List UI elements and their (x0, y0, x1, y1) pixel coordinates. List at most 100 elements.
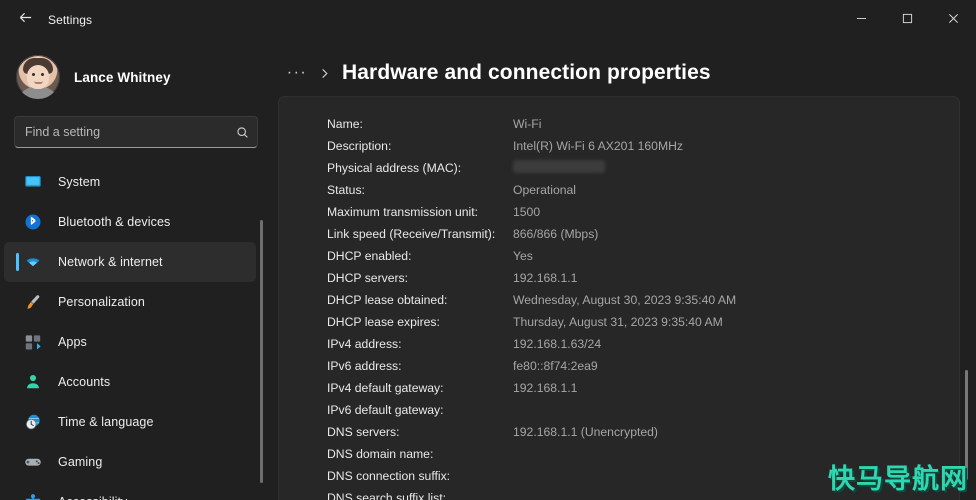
property-value: fe80::8f74:2ea9 (513, 359, 598, 373)
sidebar-item-personalization[interactable]: Personalization (4, 282, 256, 322)
property-value-redacted (513, 160, 605, 176)
sidebar-item-time-language[interactable]: Time & language (4, 402, 256, 442)
sidebar-item-label: Time & language (58, 415, 154, 429)
property-row: Name: Wi-Fi (279, 113, 959, 135)
property-row: DHCP servers: 192.168.1.1 (279, 267, 959, 289)
property-value: Operational (513, 183, 577, 197)
search-container (0, 102, 272, 148)
sidebar-item-label: Network & internet (58, 255, 163, 269)
property-label: Description: (327, 139, 392, 153)
property-label: DNS search suffix list: (327, 491, 446, 500)
property-label: DNS connection suffix: (327, 469, 451, 483)
back-button[interactable] (8, 6, 42, 34)
person-icon (22, 371, 44, 393)
search-input[interactable] (15, 125, 227, 139)
monitor-icon (22, 171, 44, 193)
settings-window: Settings Lance Whitney Find a setting Sy… (0, 0, 976, 500)
sidebar-item-system[interactable]: System (4, 162, 256, 202)
back-arrow-icon (18, 10, 33, 30)
sidebar-item-accounts[interactable]: Accounts (4, 362, 256, 402)
avatar (16, 55, 60, 99)
sidebar-item-bluetooth-devices[interactable]: Bluetooth & devices (4, 202, 256, 242)
clock-globe-icon (22, 411, 44, 433)
page-title: Hardware and connection properties (342, 61, 711, 84)
property-label: DNS servers: (327, 425, 400, 439)
sidebar-nav: System Bluetooth & devices Network & inter… (0, 162, 272, 500)
bluetooth-icon (22, 211, 44, 233)
chevron-right-icon (312, 68, 336, 79)
property-row: IPv4 address: 192.168.1.63/24 (279, 333, 959, 355)
property-label: IPv4 address: (327, 337, 402, 351)
minimize-button[interactable] (838, 0, 884, 40)
content-area: ··· Hardware and connection properties N… (272, 40, 976, 500)
minimize-icon (856, 11, 867, 29)
property-label: DHCP lease obtained: (327, 293, 448, 307)
sidebar-item-gaming[interactable]: Gaming (4, 442, 256, 482)
property-value: Intel(R) Wi-Fi 6 AX201 160MHz (513, 139, 683, 153)
property-row: Link speed (Receive/Transmit): 866/866 (M… (279, 223, 959, 245)
property-value: 192.168.1.1 (513, 271, 578, 285)
property-value: 866/866 (Mbps) (513, 227, 599, 241)
sidebar-item-accessibility[interactable]: Accessibility (4, 482, 256, 500)
property-value: 1500 (513, 205, 541, 219)
property-label: Status: (327, 183, 365, 197)
close-button[interactable] (930, 0, 976, 40)
property-row: IPv6 address: fe80::8f74:2ea9 (279, 355, 959, 377)
sidebar-item-apps[interactable]: Apps (4, 322, 256, 362)
wifi-icon (22, 251, 44, 273)
breadcrumb: ··· Hardware and connection properties (272, 40, 976, 92)
property-label: Maximum transmission unit: (327, 205, 479, 219)
sidebar: Lance Whitney System Bluetooth & devices N… (0, 40, 272, 500)
property-value: Thursday, August 31, 2023 9:35:40 AM (513, 315, 723, 329)
property-value: Wi-Fi (513, 117, 542, 131)
property-row: DHCP lease expires: Thursday, August 31, … (279, 311, 959, 333)
user-profile[interactable]: Lance Whitney (0, 40, 272, 102)
sidebar-item-label: Gaming (58, 455, 103, 469)
property-row: DHCP lease obtained: Wednesday, August 30… (279, 289, 959, 311)
sidebar-item-label: Bluetooth & devices (58, 215, 171, 229)
property-value: 192.168.1.63/24 (513, 337, 602, 351)
sidebar-item-label: Apps (58, 335, 87, 349)
property-label: DHCP lease expires: (327, 315, 440, 329)
breadcrumb-overflow-button[interactable]: ··· (282, 60, 312, 86)
property-value: Yes (513, 249, 533, 263)
property-label: DHCP servers: (327, 271, 409, 285)
property-value: Wednesday, August 30, 2023 9:35:40 AM (513, 293, 737, 307)
sidebar-item-label: System (58, 175, 101, 189)
search-box[interactable] (14, 116, 258, 148)
sidebar-scrollbar[interactable] (260, 220, 263, 483)
property-row: DNS servers: 192.168.1.1 (Unencrypted) (279, 421, 959, 443)
property-row: Status: Operational (279, 179, 959, 201)
property-row: Description: Intel(R) Wi-Fi 6 AX201 160MH… (279, 135, 959, 157)
sidebar-item-network-internet[interactable]: Network & internet (4, 242, 256, 282)
sidebar-item-label: Accounts (58, 375, 111, 389)
property-label: IPv6 default gateway: (327, 403, 444, 417)
property-label: IPv4 default gateway: (327, 381, 444, 395)
maximize-icon (902, 11, 913, 29)
property-label: Name: (327, 117, 363, 131)
properties-card: Name: Wi-Fi Description: Intel(R) Wi-Fi 6 A… (278, 96, 960, 500)
paintbrush-icon (22, 291, 44, 313)
property-label: DNS domain name: (327, 447, 434, 461)
property-label: DHCP enabled: (327, 249, 412, 263)
accessibility-icon (22, 491, 44, 500)
window-controls (838, 0, 976, 40)
close-icon (948, 11, 959, 29)
property-label: IPv6 address: (327, 359, 402, 373)
search-icon[interactable] (227, 126, 257, 139)
property-row: IPv4 default gateway: 192.168.1.1 (279, 377, 959, 399)
sidebar-item-label: Accessibility (58, 495, 127, 500)
user-name: Lance Whitney (74, 69, 171, 85)
watermark: 快马导航网 (828, 464, 968, 495)
property-row: DHCP enabled: Yes (279, 245, 959, 267)
property-value: 192.168.1.1 (Unencrypted) (513, 425, 658, 439)
game-controller-icon (22, 451, 44, 473)
apps-grid-icon (22, 331, 44, 353)
property-label: Physical address (MAC): (327, 161, 462, 175)
property-label: Link speed (Receive/Transmit): (327, 227, 496, 241)
property-row: Physical address (MAC): (279, 157, 959, 179)
property-row: Maximum transmission unit: 1500 (279, 201, 959, 223)
maximize-button[interactable] (884, 0, 930, 40)
title-bar: Settings (0, 0, 976, 40)
property-value: 192.168.1.1 (513, 381, 578, 395)
